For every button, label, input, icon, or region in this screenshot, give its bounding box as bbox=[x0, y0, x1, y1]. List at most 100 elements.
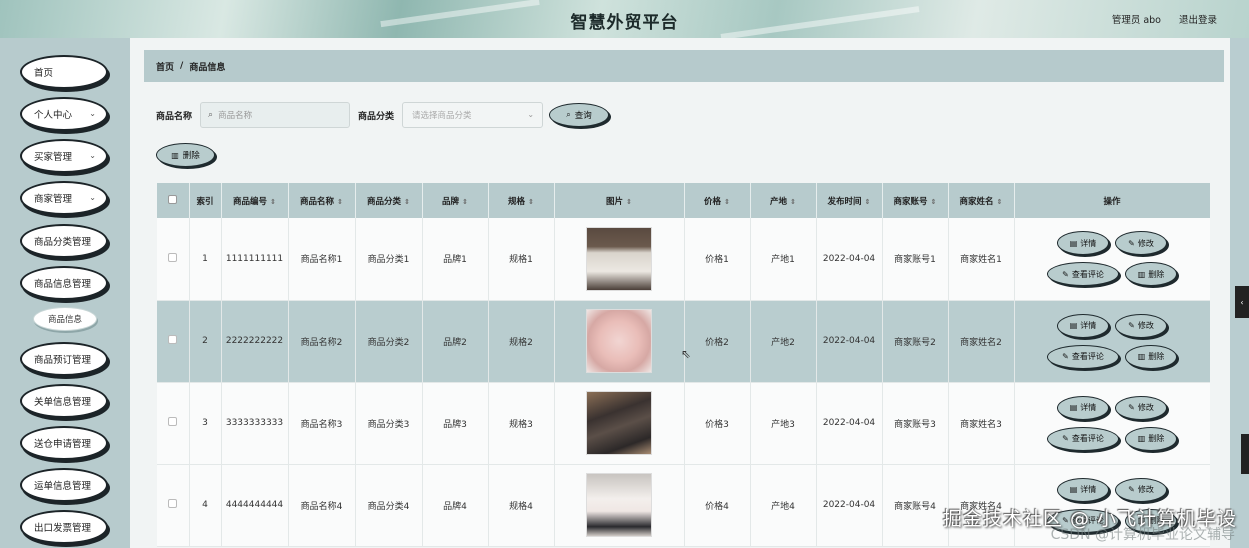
sidebar-item-waybill-management[interactable]: 运单信息管理 bbox=[20, 468, 108, 502]
delete-button[interactable]: ▥ 删除 bbox=[1125, 426, 1177, 451]
column-header[interactable]: 商品分类 ⇕ bbox=[355, 183, 423, 218]
sort-icon[interactable]: ⇕ bbox=[404, 198, 410, 206]
sort-icon[interactable]: ⇕ bbox=[865, 198, 871, 206]
query-button[interactable]: ⌕ 查询 bbox=[549, 103, 610, 127]
batch-delete-button[interactable]: ▥ 删除 bbox=[156, 143, 215, 167]
delete-button[interactable]: ▥ 删除 bbox=[1125, 262, 1177, 287]
search-icon: ⌕ bbox=[566, 110, 571, 119]
column-header[interactable]: 规格 ⇕ bbox=[488, 183, 555, 218]
detail-button[interactable]: ▤ 详情 bbox=[1057, 477, 1109, 502]
cell-spec: 规格2 bbox=[488, 300, 555, 383]
category-placeholder: 请选择商品分类 bbox=[412, 111, 472, 121]
row-checkbox[interactable] bbox=[168, 499, 178, 508]
breadcrumb-home[interactable]: 首页 bbox=[156, 60, 174, 73]
detail-button[interactable]: ▤ 详情 bbox=[1057, 395, 1109, 420]
edit-button[interactable]: ✎ 修改 bbox=[1115, 231, 1167, 256]
row-select-cell[interactable] bbox=[157, 300, 190, 383]
cell-brand-text: 品牌4 bbox=[443, 501, 467, 512]
row-select-cell[interactable] bbox=[157, 382, 190, 465]
delete-button[interactable]: ▥ 删除 bbox=[1125, 344, 1177, 369]
cell-date: 2022-04-04 bbox=[816, 382, 883, 465]
name-label: 商品名称 bbox=[156, 111, 193, 122]
sort-icon[interactable]: ⇕ bbox=[337, 198, 343, 206]
product-name-input[interactable]: ⌕ 商品名称 bbox=[200, 102, 351, 128]
product-image[interactable] bbox=[586, 226, 652, 291]
product-image[interactable] bbox=[586, 309, 652, 373]
comments-label: 查看评论 bbox=[1071, 352, 1104, 361]
view-comments-button[interactable]: ✎ 查看评论 bbox=[1047, 426, 1119, 451]
cell-index: 1 bbox=[189, 218, 222, 301]
row-checkbox[interactable] bbox=[168, 417, 178, 426]
column-label: 图片 bbox=[606, 196, 624, 207]
sidebar-item-product-management[interactable]: 商品信息管理 bbox=[20, 266, 108, 300]
edit-label: 修改 bbox=[1137, 238, 1154, 248]
sort-icon[interactable]: ⇕ bbox=[626, 198, 632, 206]
sidebar-item-category-management[interactable]: 商品分类管理 bbox=[20, 224, 108, 258]
column-header[interactable]: 商家姓名 ⇕ bbox=[948, 183, 1015, 218]
main-content: 首页 / 商品信息 商品名称 ⌕ 商品名称 商品分类 请选择商品分类 ⌄ ⌕ 查… bbox=[130, 38, 1230, 548]
sort-icon[interactable]: ⇕ bbox=[790, 198, 796, 206]
row-checkbox[interactable] bbox=[168, 252, 178, 262]
column-header[interactable]: 商品名称 ⇕ bbox=[288, 183, 356, 218]
sort-icon[interactable]: ⇕ bbox=[528, 198, 534, 206]
sidebar-item-invoice-management[interactable]: 出口发票管理 bbox=[20, 510, 108, 544]
edit-button[interactable]: ✎ 修改 bbox=[1115, 313, 1167, 338]
document-icon: ▤ bbox=[1069, 321, 1078, 330]
column-header[interactable]: 商家账号 ⇕ bbox=[882, 183, 949, 218]
sidebar-item-merchant-management[interactable]: 商家管理 ⌄ bbox=[20, 181, 108, 215]
edit-button[interactable]: ✎ 修改 bbox=[1115, 477, 1167, 502]
select-all-cell[interactable] bbox=[157, 183, 190, 218]
column-label: 商家姓名 bbox=[959, 196, 994, 207]
product-image[interactable] bbox=[586, 391, 652, 455]
search-bar: 商品名称 ⌕ 商品名称 商品分类 请选择商品分类 ⌄ ⌕ 查询 bbox=[156, 101, 610, 129]
collapse-handle[interactable]: ‹ bbox=[1235, 286, 1249, 318]
cell-category: 商品分类3 bbox=[355, 382, 423, 465]
sidebar-item-label: 出口发票管理 bbox=[34, 523, 92, 534]
row-checkbox[interactable] bbox=[168, 335, 178, 344]
logout-link[interactable]: 退出登录 bbox=[1179, 12, 1217, 26]
cell-image bbox=[554, 300, 685, 383]
sort-icon[interactable]: ⇕ bbox=[931, 198, 937, 206]
row-select-cell[interactable] bbox=[157, 218, 190, 301]
category-select[interactable]: 请选择商品分类 ⌄ bbox=[402, 102, 544, 128]
column-header[interactable]: 发布时间 ⇕ bbox=[816, 183, 883, 218]
cell-code-text: 3333333333 bbox=[225, 418, 284, 428]
row-select-cell[interactable] bbox=[157, 464, 190, 547]
sidebar-item-home[interactable]: 首页 bbox=[20, 55, 108, 89]
cell-name-text: 商品名称4 bbox=[300, 501, 343, 512]
delete-label: 删除 bbox=[1148, 434, 1165, 443]
sort-icon[interactable]: ⇕ bbox=[724, 198, 730, 206]
cell-name: 商品名称1 bbox=[288, 218, 356, 301]
sidebar-item-customs-management[interactable]: 关单信息管理 bbox=[20, 384, 108, 418]
sidebar-item-buyer-management[interactable]: 买家管理 ⌄ bbox=[20, 139, 108, 173]
sort-icon[interactable]: ⇕ bbox=[997, 198, 1003, 206]
sidebar-subitem-product-info[interactable]: 商品信息 bbox=[33, 307, 97, 331]
column-header[interactable]: 产地 ⇕ bbox=[750, 183, 817, 218]
column-header[interactable]: 品牌 ⇕ bbox=[422, 183, 489, 218]
view-comments-button[interactable]: ✎ 查看评论 bbox=[1047, 344, 1119, 369]
cell-date-text: 2022-04-04 bbox=[822, 418, 876, 428]
sidebar-item-personal-center[interactable]: 个人中心 ⌄ bbox=[20, 97, 108, 131]
cell-index: 4 bbox=[189, 464, 222, 547]
cell-brand: 品牌3 bbox=[422, 382, 489, 465]
edit-button[interactable]: ✎ 修改 bbox=[1115, 395, 1167, 420]
column-header[interactable]: 价格 ⇕ bbox=[684, 183, 751, 218]
sort-icon[interactable]: ⇕ bbox=[462, 198, 468, 206]
column-header[interactable]: 图片 ⇕ bbox=[554, 183, 685, 218]
detail-button[interactable]: ▤ 详情 bbox=[1057, 313, 1109, 338]
view-comments-button[interactable]: ✎ 查看评论 bbox=[1047, 262, 1119, 287]
side-tab[interactable] bbox=[1241, 434, 1249, 474]
sidebar-item-booking-management[interactable]: 商品预订管理 bbox=[20, 342, 108, 376]
column-label: 规格 bbox=[508, 196, 526, 207]
product-name-placeholder: 商品名称 bbox=[218, 111, 253, 121]
cell-price: 价格3 bbox=[684, 382, 751, 465]
sidebar-item-warehouse-application[interactable]: 送仓申请管理 bbox=[20, 426, 108, 460]
select-all-checkbox[interactable] bbox=[168, 194, 178, 204]
column-header[interactable]: 商品编号 ⇕ bbox=[221, 183, 289, 218]
cell-date-text: 2022-04-04 bbox=[822, 500, 876, 510]
detail-button[interactable]: ▤ 详情 bbox=[1057, 231, 1109, 256]
product-image[interactable] bbox=[586, 473, 652, 537]
cell-code-text: 4444444444 bbox=[225, 500, 284, 510]
sort-icon[interactable]: ⇕ bbox=[270, 198, 276, 206]
cell-account: 商家账号1 bbox=[882, 218, 949, 301]
